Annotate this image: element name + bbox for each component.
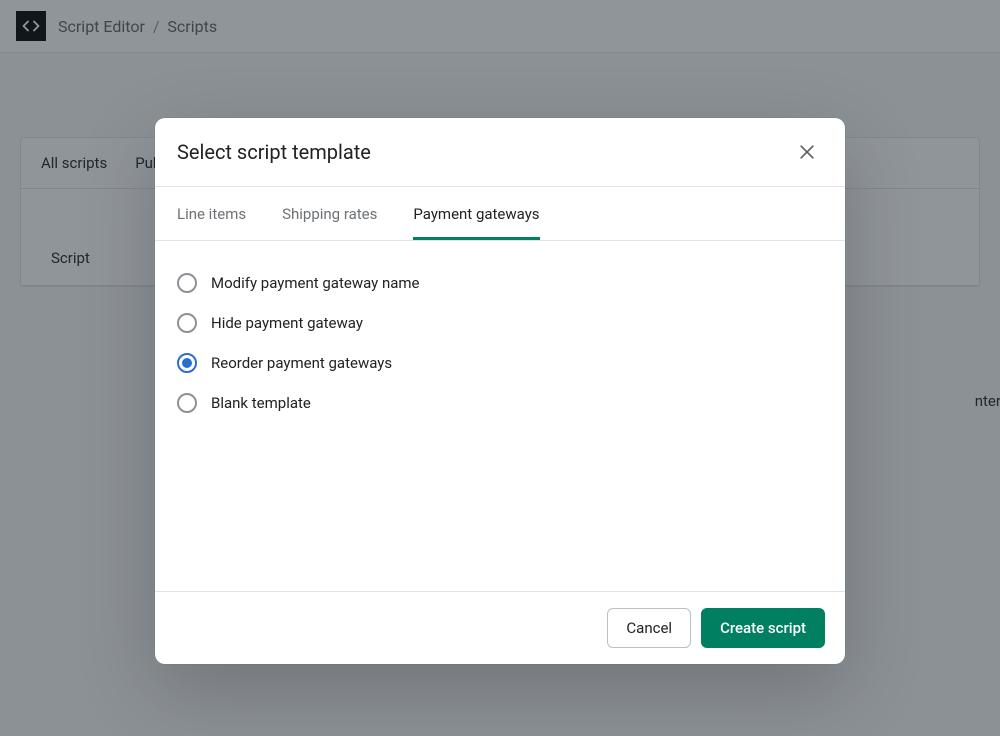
tab-line-items[interactable]: Line items bbox=[177, 187, 246, 240]
close-icon bbox=[797, 142, 817, 162]
modal-tabs: Line items Shipping rates Payment gatewa… bbox=[155, 187, 845, 241]
close-button[interactable] bbox=[791, 136, 823, 168]
modal-overlay[interactable]: Select script template Line items Shippi… bbox=[0, 0, 1000, 736]
radio-icon bbox=[177, 393, 197, 413]
option-blank-template[interactable]: Blank template bbox=[177, 383, 823, 423]
create-script-button[interactable]: Create script bbox=[701, 608, 825, 648]
option-label: Modify payment gateway name bbox=[211, 274, 420, 292]
radio-icon bbox=[177, 353, 197, 373]
option-reorder-gateways[interactable]: Reorder payment gateways bbox=[177, 343, 823, 383]
option-modify-gateway-name[interactable]: Modify payment gateway name bbox=[177, 263, 823, 303]
option-label: Reorder payment gateways bbox=[211, 354, 392, 372]
modal-footer: Cancel Create script bbox=[155, 591, 845, 664]
radio-icon bbox=[177, 313, 197, 333]
tab-shipping-rates[interactable]: Shipping rates bbox=[282, 187, 377, 240]
cancel-button[interactable]: Cancel bbox=[607, 608, 691, 648]
template-options: Modify payment gateway name Hide payment… bbox=[155, 241, 845, 591]
modal-header: Select script template bbox=[155, 118, 845, 187]
modal-title: Select script template bbox=[177, 140, 371, 164]
option-hide-gateway[interactable]: Hide payment gateway bbox=[177, 303, 823, 343]
option-label: Blank template bbox=[211, 394, 311, 412]
option-label: Hide payment gateway bbox=[211, 314, 363, 332]
radio-icon bbox=[177, 273, 197, 293]
select-template-modal: Select script template Line items Shippi… bbox=[155, 118, 845, 664]
tab-payment-gateways[interactable]: Payment gateways bbox=[413, 187, 539, 240]
